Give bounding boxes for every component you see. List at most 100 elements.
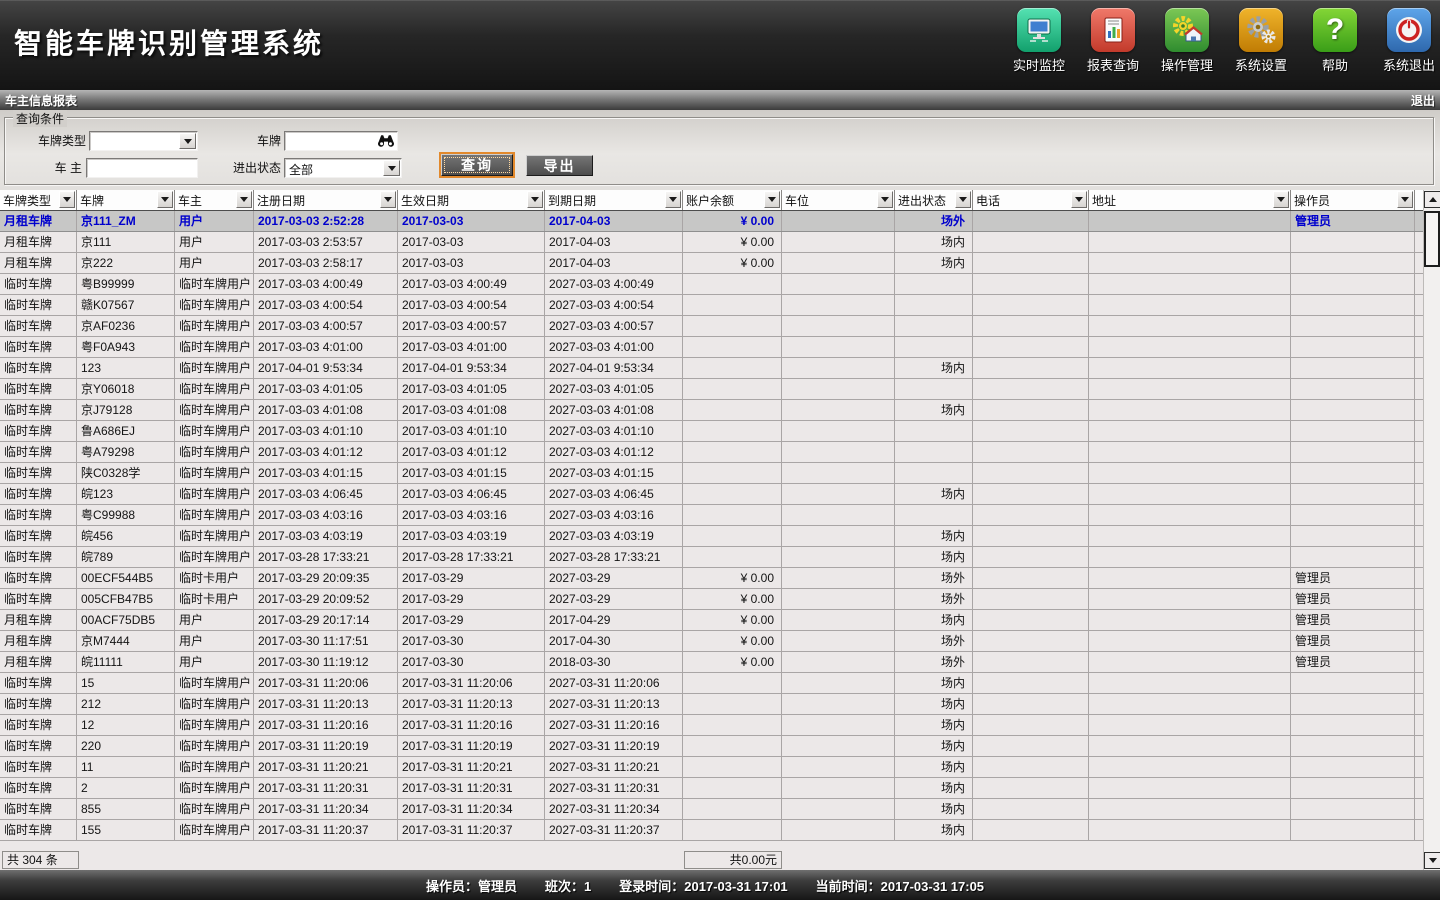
table-row[interactable]: 临时车牌粤A79298临时车牌用户2017-03-03 4:01:122017-… [0, 442, 1423, 463]
table-row[interactable]: 临时车牌212临时车牌用户2017-03-31 11:20:132017-03-… [0, 694, 1423, 715]
filter-button[interactable] [1273, 191, 1289, 208]
toolbar-item-system-exit[interactable]: 系统退出 [1382, 8, 1436, 74]
column-header-space[interactable]: 车位 [782, 190, 895, 210]
table-row[interactable]: 临时车牌855临时车牌用户2017-03-31 11:20:342017-03-… [0, 799, 1423, 820]
plate-input[interactable] [287, 133, 379, 149]
column-header-register_date[interactable]: 注册日期 [254, 190, 398, 210]
table-row[interactable]: 临时车牌11临时车牌用户2017-03-31 11:20:212017-03-3… [0, 757, 1423, 778]
row-filler [1415, 379, 1423, 399]
chevron-down-icon[interactable] [383, 160, 400, 176]
table-row[interactable]: 月租车牌京111_ZM用户2017-03-03 2:52:282017-03-0… [0, 211, 1423, 232]
filter-button[interactable] [1071, 191, 1087, 208]
cell-expire_date: 2027-03-31 11:20:06 [545, 673, 683, 693]
filter-button[interactable] [877, 191, 893, 208]
status-select-value: 全部 [289, 161, 313, 178]
cell-plate: 12 [77, 715, 175, 735]
column-header-plate_type[interactable]: 车牌类型 [0, 190, 77, 210]
filter-button[interactable] [157, 191, 173, 208]
cell-balance [683, 358, 782, 378]
table-row[interactable]: 临时车牌粤C99988临时车牌用户2017-03-03 4:03:162017-… [0, 505, 1423, 526]
filter-button[interactable] [59, 191, 75, 208]
cell-owner: 临时车牌用户 [175, 442, 254, 462]
cell-balance [683, 421, 782, 441]
table-row[interactable]: 临时车牌皖789临时车牌用户2017-03-28 17:33:212017-03… [0, 547, 1423, 568]
column-header-address[interactable]: 地址 [1089, 190, 1291, 210]
owner-input[interactable] [89, 160, 197, 176]
table-row[interactable]: 临时车牌赣K07567临时车牌用户2017-03-03 4:00:542017-… [0, 295, 1423, 316]
table-row[interactable]: 临时车牌京J79128临时车牌用户2017-03-03 4:01:082017-… [0, 400, 1423, 421]
table-row[interactable]: 临时车牌京Y06018临时车牌用户2017-03-03 4:01:052017-… [0, 379, 1423, 400]
table-row[interactable]: 临时车牌京AF0236临时车牌用户2017-03-03 4:00:572017-… [0, 316, 1423, 337]
filter-button[interactable] [380, 191, 396, 208]
table-row[interactable]: 月租车牌京111用户2017-03-03 2:53:572017-03-0320… [0, 232, 1423, 253]
cell-phone [973, 757, 1089, 777]
cell-space [782, 778, 895, 798]
vertical-scrollbar[interactable] [1423, 190, 1440, 870]
table-row[interactable]: 临时车牌15临时车牌用户2017-03-31 11:20:062017-03-3… [0, 673, 1423, 694]
table-row[interactable]: 临时车牌2临时车牌用户2017-03-31 11:20:312017-03-31… [0, 778, 1423, 799]
column-header-operator[interactable]: 操作员 [1291, 190, 1415, 210]
owner-label: 车 主 [38, 158, 82, 178]
column-header-owner[interactable]: 车主 [175, 190, 254, 210]
column-header-expire_date[interactable]: 到期日期 [545, 190, 683, 210]
binoculars-icon[interactable] [378, 134, 394, 151]
table-row[interactable]: 临时车牌00ECF544B5临时卡用户2017-03-29 20:09:3520… [0, 568, 1423, 589]
cell-effective_date: 2017-03-03 4:03:19 [398, 526, 545, 546]
cell-owner: 临时车牌用户 [175, 463, 254, 483]
chevron-down-icon[interactable] [179, 133, 196, 149]
filter-button[interactable] [527, 191, 543, 208]
search-button[interactable]: 查询 [441, 154, 513, 176]
cell-phone [973, 484, 1089, 504]
filter-button[interactable] [764, 191, 780, 208]
table-row[interactable]: 临时车牌220临时车牌用户2017-03-31 11:20:192017-03-… [0, 736, 1423, 757]
toolbar-item-help[interactable]: ? 帮助 [1308, 8, 1362, 74]
filter-button[interactable] [1397, 191, 1413, 208]
table-row[interactable]: 月租车牌皖11111用户2017-03-30 11:19:122017-03-3… [0, 652, 1423, 673]
table-row[interactable]: 临时车牌123临时车牌用户2017-04-01 9:53:342017-04-0… [0, 358, 1423, 379]
scroll-down-button[interactable] [1424, 852, 1440, 869]
record-count: 共 304 条 [2, 851, 79, 869]
cell-plate: 粤C99988 [77, 505, 175, 525]
scroll-up-button[interactable] [1424, 191, 1440, 208]
export-button[interactable]: 导出 [526, 155, 593, 176]
cell-status: 场内 [895, 526, 973, 546]
filter-button[interactable] [236, 191, 252, 208]
row-filler [1415, 757, 1423, 777]
toolbar-item-realtime-monitor[interactable]: 实时监控 [1012, 8, 1066, 74]
table-row[interactable]: 临时车牌005CFB47B5临时卡用户2017-03-29 20:09:5220… [0, 589, 1423, 610]
cell-address [1089, 358, 1291, 378]
table-row[interactable]: 临时车牌陕C0328学临时车牌用户2017-03-03 4:01:152017-… [0, 463, 1423, 484]
exit-link[interactable]: 退出 [1411, 92, 1435, 109]
table-row[interactable]: 临时车牌粤F0A943临时车牌用户2017-03-03 4:01:002017-… [0, 337, 1423, 358]
table-row[interactable]: 月租车牌00ACF75DB5用户2017-03-29 20:17:142017-… [0, 610, 1423, 631]
table-row[interactable]: 临时车牌155临时车牌用户2017-03-31 11:20:372017-03-… [0, 820, 1423, 841]
cell-plate: 京222 [77, 253, 175, 273]
toolbar-item-operation-management[interactable]: 操作管理 [1160, 8, 1214, 74]
cell-status: 场内 [895, 736, 973, 756]
cell-plate: 皖789 [77, 547, 175, 567]
table-row[interactable]: 月租车牌京M7444用户2017-03-30 11:17:512017-03-3… [0, 631, 1423, 652]
table-row[interactable]: 临时车牌12临时车牌用户2017-03-31 11:20:162017-03-3… [0, 715, 1423, 736]
toolbar-item-report-query[interactable]: 报表查询 [1086, 8, 1140, 74]
column-header-status[interactable]: 进出状态 [895, 190, 973, 210]
table-row[interactable]: 月租车牌京222用户2017-03-03 2:58:172017-03-0320… [0, 253, 1423, 274]
table-row[interactable]: 临时车牌粤B99999临时车牌用户2017-03-03 4:00:492017-… [0, 274, 1423, 295]
column-header-plate[interactable]: 车牌 [77, 190, 175, 210]
table-row[interactable]: 临时车牌皖456临时车牌用户2017-03-03 4:03:192017-03-… [0, 526, 1423, 547]
column-header-phone[interactable]: 电话 [973, 190, 1089, 210]
plate-type-select[interactable] [89, 131, 198, 151]
table-row[interactable]: 临时车牌鲁A686EJ临时车牌用户2017-03-03 4:01:102017-… [0, 421, 1423, 442]
column-header-effective_date[interactable]: 生效日期 [398, 190, 545, 210]
table-row[interactable]: 临时车牌皖123临时车牌用户2017-03-03 4:06:452017-03-… [0, 484, 1423, 505]
cell-owner: 临时卡用户 [175, 589, 254, 609]
filter-button[interactable] [665, 191, 681, 208]
status-select[interactable]: 全部 [284, 158, 402, 178]
cell-space [782, 484, 895, 504]
toolbar-item-system-settings[interactable]: 系统设置 [1234, 8, 1288, 74]
cell-plate_type: 临时车牌 [0, 778, 77, 798]
cell-register_date: 2017-03-31 11:20:13 [254, 694, 398, 714]
filter-button[interactable] [955, 191, 971, 208]
column-header-balance[interactable]: 账户余额 [683, 190, 782, 210]
cell-address [1089, 337, 1291, 357]
scroll-thumb[interactable] [1424, 211, 1440, 267]
